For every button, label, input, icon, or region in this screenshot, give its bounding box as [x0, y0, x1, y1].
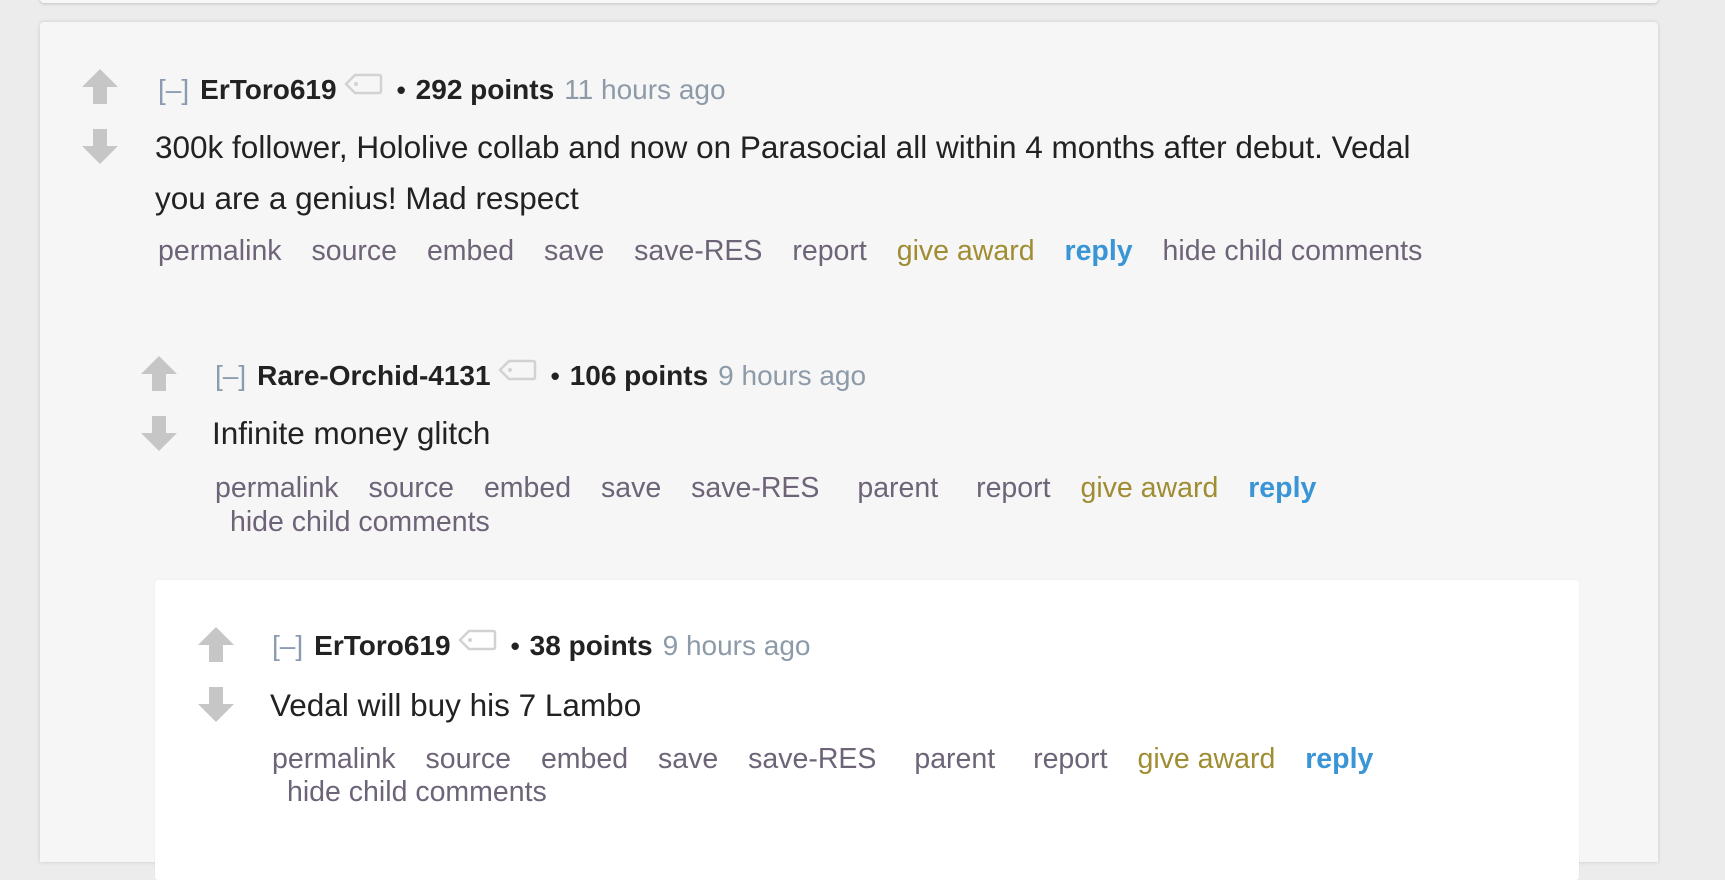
comment-tagline: [–] Rare-Orchid-4131 • 106 points 9 hour…	[215, 359, 866, 393]
hide-child-comments-link[interactable]: hide child comments	[287, 776, 547, 808]
comment-body-line: Infinite money glitch	[212, 415, 491, 451]
report-link[interactable]: report	[792, 235, 866, 267]
report-link[interactable]: report	[976, 472, 1050, 504]
upvote-arrow-icon[interactable]	[80, 68, 120, 106]
hide-child-comments-link[interactable]: hide child comments	[230, 506, 490, 538]
score: 106 points	[569, 360, 709, 391]
timestamp: 11 hours ago	[564, 74, 726, 105]
parent-link[interactable]: parent	[914, 743, 995, 775]
save-res-link[interactable]: save-RES	[634, 235, 762, 267]
give-award-link[interactable]: give award	[897, 235, 1035, 267]
embed-link[interactable]: embed	[484, 472, 571, 504]
source-link[interactable]: source	[368, 472, 454, 504]
give-award-link[interactable]: give award	[1080, 472, 1218, 504]
comment-tagline: [–] ErToro619 • 38 points 9 hours ago	[272, 629, 810, 663]
comment-actions: permalink source embed save save-RES par…	[272, 742, 1395, 776]
hide-child-comments-link[interactable]: hide child comments	[1163, 235, 1423, 267]
collapse-toggle[interactable]: [–]	[272, 629, 303, 663]
collapse-toggle[interactable]: [–]	[215, 359, 246, 393]
permalink-link[interactable]: permalink	[158, 235, 282, 267]
save-link[interactable]: save	[601, 472, 661, 504]
author-link[interactable]: ErToro619	[200, 73, 336, 107]
embed-link[interactable]: embed	[427, 235, 514, 267]
author-link[interactable]: Rare-Orchid-4131	[257, 359, 490, 393]
comment-actions-overflow: hide child comments	[287, 775, 569, 809]
report-link[interactable]: report	[1033, 743, 1107, 775]
save-res-link[interactable]: save-RES	[748, 743, 876, 775]
score: 38 points	[529, 630, 653, 661]
score: 292 points	[415, 74, 555, 105]
parent-link[interactable]: parent	[857, 472, 938, 504]
save-link[interactable]: save	[658, 743, 718, 775]
comment-tagline: [–] ErToro619 • 292 points 11 hours ago	[158, 73, 726, 107]
source-link[interactable]: source	[425, 743, 511, 775]
separator-bullet: •	[396, 75, 406, 105]
comment-actions: permalink source embed save save-RES rep…	[158, 234, 1444, 268]
comment-body: 300k follower, Hololive collab and now o…	[155, 122, 1411, 224]
previous-comment-card-edge	[40, 0, 1658, 3]
downvote-arrow-icon[interactable]	[139, 415, 179, 453]
save-link[interactable]: save	[544, 235, 604, 267]
timestamp: 9 hours ago	[718, 360, 867, 391]
separator-bullet: •	[510, 631, 520, 661]
separator-bullet: •	[550, 361, 560, 391]
user-tag-icon[interactable]	[457, 629, 497, 653]
reply-link[interactable]: reply	[1248, 472, 1316, 504]
embed-link[interactable]: embed	[541, 743, 628, 775]
comment-actions: permalink source embed save save-RES par…	[215, 471, 1338, 505]
source-link[interactable]: source	[311, 235, 397, 267]
author-link[interactable]: ErToro619	[314, 629, 450, 663]
reply-link[interactable]: reply	[1305, 743, 1373, 775]
user-tag-icon[interactable]	[343, 73, 383, 97]
comment-actions-overflow: hide child comments	[230, 505, 512, 539]
downvote-arrow-icon[interactable]	[80, 128, 120, 166]
comment-body: Vedal will buy his 7 Lambo	[270, 680, 641, 731]
collapse-toggle[interactable]: [–]	[158, 73, 189, 107]
permalink-link[interactable]: permalink	[215, 472, 339, 504]
comment-body: Infinite money glitch	[212, 408, 490, 459]
comment-body-line: 300k follower, Hololive collab and now o…	[155, 129, 1411, 165]
user-tag-icon[interactable]	[497, 359, 537, 383]
comment-body-line: you are a genius! Mad respect	[155, 180, 579, 216]
timestamp: 9 hours ago	[662, 630, 811, 661]
downvote-arrow-icon[interactable]	[196, 686, 236, 724]
comment-body-line: Vedal will buy his 7 Lambo	[270, 687, 642, 723]
reply-link[interactable]: reply	[1064, 235, 1132, 267]
give-award-link[interactable]: give award	[1137, 743, 1275, 775]
upvote-arrow-icon[interactable]	[139, 355, 179, 393]
upvote-arrow-icon[interactable]	[196, 626, 236, 664]
permalink-link[interactable]: permalink	[272, 743, 396, 775]
save-res-link[interactable]: save-RES	[691, 472, 819, 504]
